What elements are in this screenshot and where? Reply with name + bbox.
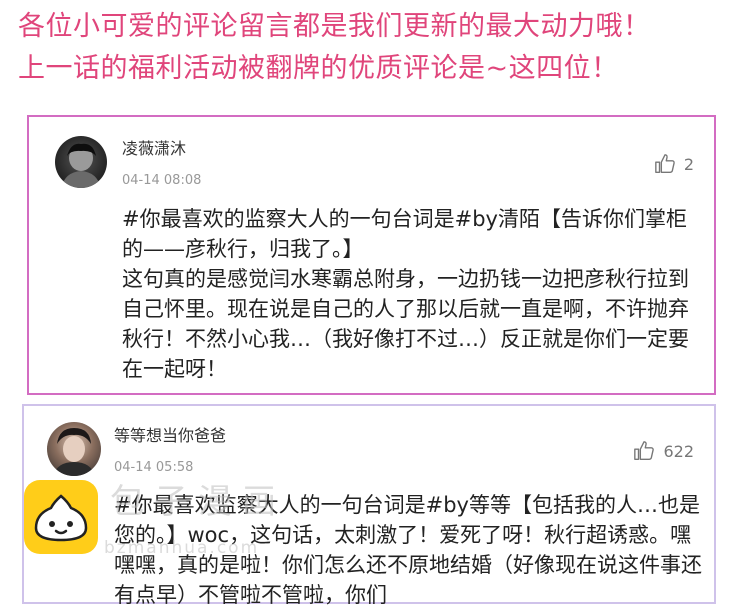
bun-logo-icon (24, 480, 98, 554)
comment-timestamp: 04-14 05:58 (114, 460, 194, 475)
bun-face-icon (34, 494, 88, 542)
comment-card: 等等想当你爸爸 04-14 05:58 622 #你最喜欢监察大人的一句台词是#… (22, 404, 716, 607)
avatar[interactable] (47, 422, 101, 476)
promo-headline: 各位小可爱的评论留言都是我们更新的最大动力哦！ 上一话的福利活动被翻牌的优质评论… (18, 6, 748, 90)
avatar-portrait-icon (53, 428, 95, 476)
like-count: 2 (683, 154, 694, 174)
avatar-portrait-icon (61, 143, 101, 188)
username[interactable]: 凌薇潇沐 (122, 135, 186, 159)
headline-line-1: 各位小可爱的评论留言都是我们更新的最大动力哦！ (18, 11, 651, 42)
like-button[interactable]: 622 (633, 440, 694, 462)
comment-text: #你最喜欢监察大人的一句台词是#by等等【包括我的人…也是您的。】woc，这句话… (114, 493, 702, 607)
comment-card: 凌薇潇沐 04-14 08:08 2 #你最喜欢的监察大人的一句台词是#by清陌… (27, 115, 716, 395)
thumbs-up-icon (654, 154, 675, 173)
comment-timestamp: 04-14 08:08 (122, 173, 202, 188)
like-button[interactable]: 2 (654, 153, 694, 175)
headline-line-2: 上一话的福利活动被翻牌的优质评论是~这四位！ (18, 53, 619, 84)
comment-text: #你最喜欢的监察大人的一句台词是#by清陌【告诉你们掌柜的——彦秋行，归我了。】… (122, 207, 689, 381)
avatar[interactable] (55, 136, 107, 188)
username[interactable]: 等等想当你爸爸 (114, 422, 226, 446)
thumbs-up-icon (634, 441, 655, 460)
like-count: 622 (663, 441, 694, 461)
